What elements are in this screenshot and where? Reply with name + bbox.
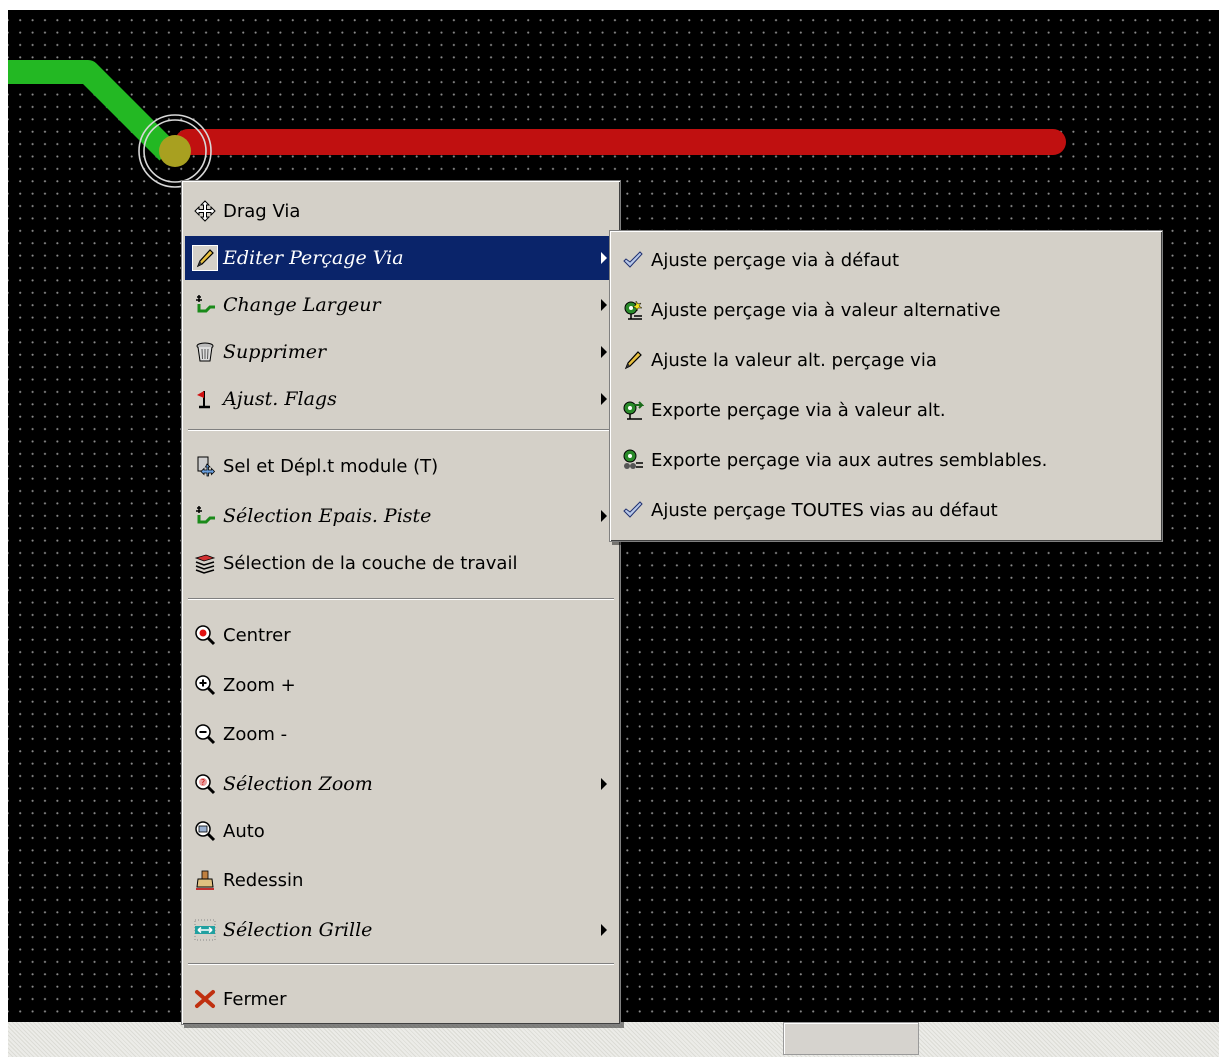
menu-item-selection-zoom[interactable]: ? Sélection Zoom (185, 762, 617, 806)
submenu-item-label: Ajuste perçage via à valeur alternative (651, 299, 1001, 321)
submenu-item-label: Ajuste la valeur alt. perçage via (651, 349, 937, 371)
menu-item-zoom-plus[interactable]: Zoom + (185, 663, 617, 707)
submenu-item-ajuste-alternative[interactable]: Ajuste perçage via à valeur alternative (613, 285, 1159, 335)
submenu-item-exporte-valeur-alt[interactable]: Exporte perçage via à valeur alt. (613, 385, 1159, 435)
pencil-icon (192, 245, 218, 271)
submenu-arrow-icon (601, 346, 607, 358)
menu-item-label: Drag Via (223, 200, 301, 222)
submenu-arrow-icon (601, 510, 607, 522)
green-track (8, 60, 177, 161)
pencil-icon (621, 348, 645, 372)
submenu-item-label: Ajuste perçage via à défaut (651, 249, 900, 271)
menu-item-centrer[interactable]: Centrer (185, 613, 617, 657)
submenu-arrow-icon (601, 252, 607, 264)
menu-item-editer-percage-via[interactable]: Editer Perçage Via (185, 236, 617, 280)
menu-item-supprimer[interactable]: Supprimer (185, 330, 617, 374)
submenu-arrow-icon (601, 299, 607, 311)
menu-item-label: Zoom + (223, 674, 296, 696)
zoom-out-icon (193, 722, 217, 746)
track-width-icon (193, 293, 217, 317)
submenu-arrow-icon (601, 778, 607, 790)
menu-item-label: Sélection Grille (223, 919, 373, 941)
submenu-item-label: Exporte perçage via aux autres semblable… (651, 449, 1048, 471)
menu-item-selection-grille[interactable]: Sélection Grille (185, 908, 617, 952)
menu-item-selection-epais-piste[interactable]: Sélection Epais. Piste (185, 494, 617, 538)
move-icon (193, 199, 217, 223)
submenu-item-ajuste-toutes-vias[interactable]: Ajuste perçage TOUTES vias au défaut (613, 485, 1159, 535)
redraw-icon (193, 868, 217, 892)
menu-item-label: Sélection de la couche de travail (223, 552, 518, 574)
menu-item-label: Auto (223, 820, 265, 842)
menu-separator (188, 429, 614, 431)
menu-item-label: Redessin (223, 869, 304, 891)
track-width-icon (193, 504, 217, 528)
menu-item-selection-couche-travail[interactable]: Sélection de la couche de travail (185, 541, 617, 585)
submenu-arrow-icon (601, 924, 607, 936)
move-module-icon (193, 454, 217, 478)
menu-item-label: Change Largeur (223, 294, 381, 316)
flag-icon (193, 387, 217, 411)
menu-item-zoom-moins[interactable]: Zoom - (185, 712, 617, 756)
menu-item-auto[interactable]: Auto (185, 809, 617, 853)
close-icon (193, 987, 217, 1011)
menu-item-label: Supprimer (223, 341, 327, 363)
submenu-item-exporte-semblables[interactable]: Exporte perçage via aux autres semblable… (613, 435, 1159, 485)
menu-item-sel-deplt-module[interactable]: Sel et Dépl.t module (T) (185, 444, 617, 488)
grid-icon (193, 918, 217, 942)
layers-icon (193, 551, 217, 575)
trash-icon (193, 340, 217, 364)
zoom-select-icon: ? (193, 772, 217, 796)
via-export-icon (621, 398, 645, 422)
menu-item-label: Sélection Epais. Piste (223, 505, 432, 527)
menu-item-label: Sélection Zoom (223, 773, 373, 795)
menu-separator (188, 598, 614, 600)
menu-item-label: Fermer (223, 988, 287, 1010)
zoom-auto-icon (193, 819, 217, 843)
submenu-item-label: Exporte perçage via à valeur alt. (651, 399, 946, 421)
via-alt-icon (621, 298, 645, 322)
via-export-similar-icon (621, 448, 645, 472)
zoom-center-icon (193, 623, 217, 647)
horizontal-scrollbar-thumb[interactable] (783, 1022, 919, 1055)
zoom-in-icon (193, 673, 217, 697)
checkmark-icon (621, 498, 645, 522)
submenu-editer-percage-via: Ajuste perçage via à défaut Ajuste perça… (609, 230, 1163, 542)
submenu-item-label: Ajuste perçage TOUTES vias au défaut (651, 499, 998, 521)
menu-item-label: Centrer (223, 624, 291, 646)
status-bar (8, 1022, 1219, 1057)
checkmark-icon (621, 248, 645, 272)
menu-item-fermer[interactable]: Fermer (185, 977, 617, 1021)
menu-item-drag-via[interactable]: Drag Via (185, 189, 617, 233)
menu-item-label: Ajust. Flags (223, 388, 337, 410)
submenu-item-ajuste-defaut[interactable]: Ajuste perçage via à défaut (613, 235, 1159, 285)
svg-text:?: ? (201, 778, 205, 787)
context-menu: Drag Via Editer Perçage Via Change Large… (181, 180, 621, 1025)
menu-separator (188, 963, 614, 965)
menu-item-label: Sel et Dépl.t module (T) (223, 455, 439, 477)
menu-item-change-largeur[interactable]: Change Largeur (185, 283, 617, 327)
menu-item-ajust-flags[interactable]: Ajust. Flags (185, 377, 617, 421)
menu-item-label: Editer Perçage Via (223, 247, 404, 269)
submenu-item-ajuste-valeur-alt[interactable]: Ajuste la valeur alt. perçage via (613, 335, 1159, 385)
via-pad (159, 135, 191, 167)
submenu-arrow-icon (601, 393, 607, 405)
menu-item-redessin[interactable]: Redessin (185, 858, 617, 902)
menu-item-label: Zoom - (223, 723, 288, 745)
